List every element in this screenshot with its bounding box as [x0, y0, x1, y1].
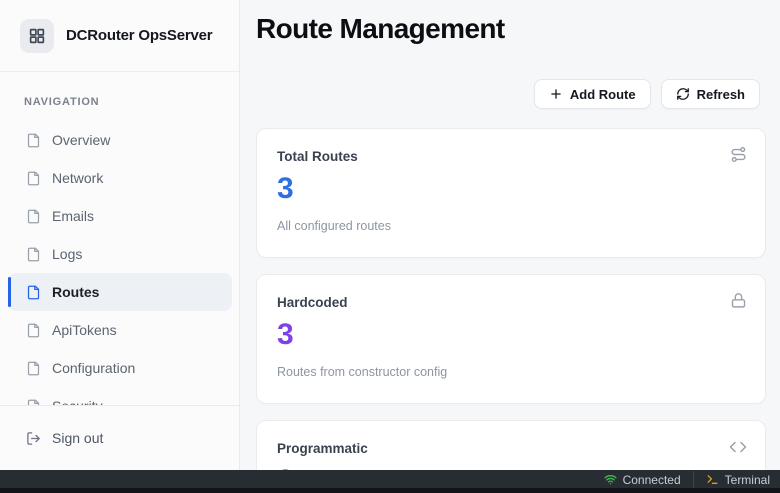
file-icon — [26, 171, 41, 186]
toolbar: Add Route Refresh — [240, 79, 780, 109]
sidebar-item-label: Security — [52, 398, 103, 405]
sidebar-item-label: Overview — [52, 132, 110, 148]
sidebar-item-security[interactable]: Security — [8, 387, 232, 405]
card-title: Hardcoded — [277, 295, 745, 310]
refresh-icon — [676, 87, 690, 101]
card-title: Total Routes — [277, 149, 745, 164]
add-route-button[interactable]: Add Route — [534, 79, 651, 109]
card-subtitle: Routes from constructor config — [277, 365, 745, 379]
brand-title: DCRouter OpsServer — [66, 27, 212, 44]
main-content: Route Management Add Route Refresh Total… — [240, 0, 780, 493]
grid-icon — [28, 27, 46, 45]
status-divider — [693, 471, 694, 488]
sidebar-header: DCRouter OpsServer — [0, 0, 239, 72]
card-value: 3 — [277, 318, 745, 352]
sidebar-item-logs[interactable]: Logs — [8, 235, 232, 273]
refresh-button[interactable]: Refresh — [661, 79, 760, 109]
file-icon — [26, 285, 41, 300]
connection-status: Connected — [604, 473, 681, 487]
lock-icon — [730, 292, 747, 309]
connected-label: Connected — [623, 473, 681, 487]
sidebar-item-configuration[interactable]: Configuration — [8, 349, 232, 387]
card-subtitle: All configured routes — [277, 219, 745, 233]
card-hardcoded: Hardcoded 3 Routes from constructor conf… — [256, 274, 766, 404]
sign-out-label: Sign out — [52, 430, 103, 446]
file-icon — [26, 361, 41, 376]
refresh-label: Refresh — [697, 87, 745, 102]
sidebar-item-network[interactable]: Network — [8, 159, 232, 197]
sidebar-nav: NAVIGATION Overview Network Emails Logs — [0, 72, 239, 405]
sidebar: DCRouter OpsServer NAVIGATION Overview N… — [0, 0, 240, 493]
terminal-icon — [706, 473, 719, 486]
sidebar-item-label: ApiTokens — [52, 322, 117, 338]
page-title: Route Management — [240, 0, 780, 45]
app-logo — [20, 19, 54, 53]
log-out-icon — [26, 431, 41, 446]
file-icon — [26, 323, 41, 338]
sign-out-button[interactable]: Sign out — [8, 419, 232, 457]
stat-cards: Total Routes 3 All configured routes Har… — [256, 128, 766, 493]
app-window: DCRouter OpsServer NAVIGATION Overview N… — [0, 0, 780, 493]
card-title: Programmatic — [277, 441, 745, 456]
plus-icon — [549, 87, 563, 101]
nav-section-label: NAVIGATION — [24, 96, 239, 108]
route-icon — [730, 146, 747, 163]
wifi-icon — [604, 473, 617, 486]
sidebar-item-label: Logs — [52, 246, 82, 262]
sidebar-item-label: Network — [52, 170, 103, 186]
sidebar-item-emails[interactable]: Emails — [8, 197, 232, 235]
sidebar-item-overview[interactable]: Overview — [8, 121, 232, 159]
code-icon — [729, 438, 747, 456]
file-icon — [26, 133, 41, 148]
sidebar-item-label: Emails — [52, 208, 94, 224]
card-value: 3 — [277, 172, 745, 206]
sidebar-item-label: Configuration — [52, 360, 135, 376]
status-bar: Connected Terminal — [0, 470, 780, 493]
terminal-button[interactable]: Terminal — [706, 473, 770, 487]
file-icon — [26, 209, 41, 224]
card-total-routes: Total Routes 3 All configured routes — [256, 128, 766, 258]
sidebar-item-label: Routes — [52, 284, 99, 300]
sidebar-item-apitokens[interactable]: ApiTokens — [8, 311, 232, 349]
terminal-label: Terminal — [725, 473, 770, 487]
add-route-label: Add Route — [570, 87, 636, 102]
file-icon — [26, 247, 41, 262]
sidebar-item-routes[interactable]: Routes — [8, 273, 232, 311]
